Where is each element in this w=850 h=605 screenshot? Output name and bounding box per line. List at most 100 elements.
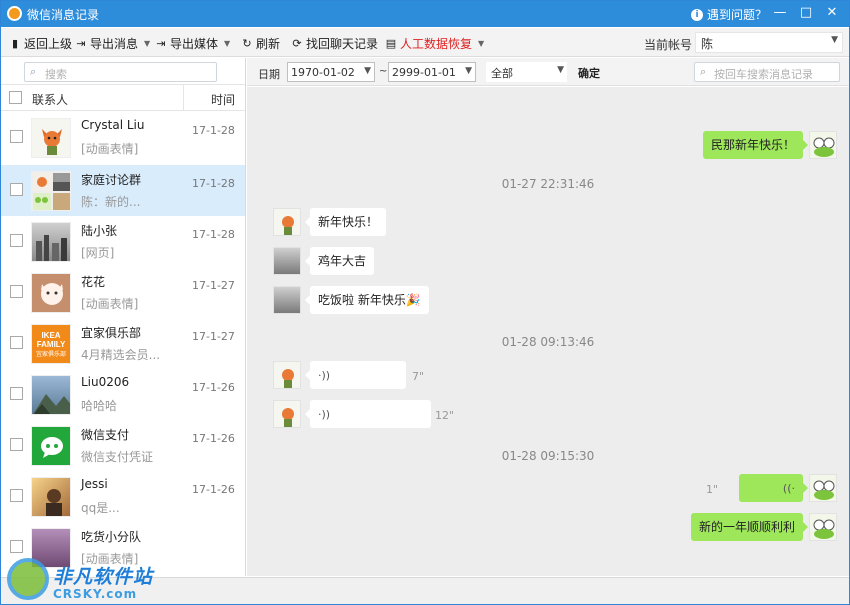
group-avatar bbox=[31, 171, 71, 211]
chevron-down-icon: ▼ bbox=[478, 39, 485, 48]
contact-time: 17-1-27 bbox=[192, 330, 235, 343]
contact-name: 微信支付 bbox=[81, 428, 130, 442]
voice-duration: 12" bbox=[435, 409, 455, 422]
contact-name: Liu0206 bbox=[81, 375, 130, 389]
row-checkbox[interactable] bbox=[10, 130, 23, 143]
ikea-logo: IKEA FAMILY 宜家俱乐部 bbox=[31, 324, 71, 364]
contact-time: 17-1-26 bbox=[192, 381, 235, 394]
row-checkbox[interactable] bbox=[10, 438, 23, 451]
info-icon: i bbox=[691, 8, 703, 21]
contact-row[interactable]: Crystal Liu [动画表情] 17-1-28 bbox=[1, 112, 245, 163]
self-avatar bbox=[809, 131, 837, 159]
refresh-icon: ↻ bbox=[242, 36, 252, 50]
close-button[interactable]: ✕ bbox=[823, 4, 841, 22]
contact-search-placeholder: 搜索 bbox=[45, 68, 67, 81]
message-text: 新的一年顺顺利利 bbox=[698, 520, 795, 534]
contact-row[interactable]: Jessi qq是... 17-1-26 bbox=[1, 471, 245, 522]
account-value: 陈 bbox=[701, 37, 714, 51]
select-all-checkbox[interactable] bbox=[9, 91, 22, 104]
contact-time: 17-1-28 bbox=[192, 228, 235, 241]
voice-message[interactable]: ·)) bbox=[305, 361, 406, 389]
ikea-logo-subtext: 宜家俱乐部 bbox=[35, 351, 66, 358]
contact-name: 陆小张 bbox=[81, 224, 118, 238]
back-label: 返回上级 bbox=[24, 37, 73, 51]
message-search-input[interactable]: ⌕ 按回车搜索消息记录 bbox=[694, 62, 840, 82]
export-messages-button[interactable]: ⇥ 导出消息 ▼ bbox=[75, 35, 150, 52]
manual-recovery-label: 人工数据恢复 bbox=[400, 37, 473, 51]
date-from-picker[interactable]: 1970-01-02 ▼ bbox=[287, 62, 375, 82]
confirm-button[interactable]: 确定 bbox=[578, 65, 600, 81]
contact-preview: 哈哈哈 bbox=[81, 399, 118, 413]
row-checkbox[interactable] bbox=[10, 234, 23, 247]
contact-name: 宜家俱乐部 bbox=[81, 326, 142, 340]
contact-row[interactable]: 陆小张 [网页] 17-1-28 bbox=[1, 216, 245, 267]
incoming-message: 吃饭啦 新年快乐🎉 bbox=[305, 286, 429, 314]
help-link[interactable]: i 遇到问题？ bbox=[691, 6, 767, 23]
account-select[interactable]: 陈 ▼ bbox=[695, 32, 843, 53]
search-icon: ⌕ bbox=[700, 65, 707, 78]
export-messages-label: 导出消息 bbox=[90, 37, 139, 51]
row-checkbox[interactable] bbox=[10, 540, 23, 553]
chevron-down-icon: ▼ bbox=[144, 39, 151, 48]
app-window: 微信消息记录 i 遇到问题？ — □ ✕ ▮ 返回上级 ⇥ 导出消息 ▼ ⇥ 导… bbox=[0, 0, 850, 605]
chevron-down-icon: ▼ bbox=[224, 39, 231, 48]
back-icon: ▮ bbox=[11, 36, 19, 50]
voice-message[interactable]: ·)) bbox=[305, 400, 431, 428]
contact-row[interactable]: IKEA FAMILY 宜家俱乐部 宜家俱乐部 4月精选会员... 17-1-2… bbox=[1, 318, 245, 369]
row-checkbox[interactable] bbox=[10, 285, 23, 298]
voice-duration: 7" bbox=[412, 370, 425, 383]
recover-history-label: 找回聊天记录 bbox=[306, 37, 379, 51]
contact-preview: 微信支付凭证 bbox=[81, 450, 154, 464]
row-checkbox[interactable] bbox=[10, 387, 23, 400]
date-label: 日期 bbox=[258, 68, 280, 81]
contact-avatar bbox=[273, 361, 301, 389]
back-button[interactable]: ▮ 返回上级 bbox=[9, 35, 72, 52]
voice-wave-icon: ((· bbox=[782, 482, 795, 495]
contact-row[interactable]: 花花 [动画表情] 17-1-27 bbox=[1, 267, 245, 318]
self-avatar bbox=[809, 474, 837, 502]
contact-time: 17-1-26 bbox=[192, 432, 235, 445]
message-text: 鸡年大吉 bbox=[318, 254, 367, 268]
avatar bbox=[31, 375, 71, 415]
message-text: 新年快乐！ bbox=[318, 215, 379, 229]
manual-recovery-button[interactable]: ▤ 人工数据恢复 ▼ bbox=[385, 35, 484, 52]
contact-search-input[interactable]: ⌕ 搜索 bbox=[24, 62, 217, 82]
column-time: 时间 bbox=[211, 93, 236, 107]
minimize-button[interactable]: — bbox=[771, 4, 789, 22]
message-type-select[interactable]: 全部 ▼ bbox=[486, 62, 567, 82]
incoming-message: 新年快乐！ bbox=[304, 208, 387, 236]
self-avatar bbox=[809, 513, 837, 541]
maximize-button[interactable]: □ bbox=[797, 4, 815, 22]
contact-avatar bbox=[273, 208, 301, 236]
contact-name: 家庭讨论群 bbox=[81, 173, 142, 187]
contact-name: 花花 bbox=[81, 275, 106, 289]
contact-row[interactable]: 家庭讨论群 陈：新的... 17-1-28 bbox=[1, 165, 245, 216]
chevron-down-icon: ▼ bbox=[557, 65, 564, 75]
contacts-panel: ⌕ 搜索 联系人 时间 Crystal Liu [动画表情] 17-1-28 家… bbox=[1, 58, 246, 576]
export-media-label: 导出媒体 bbox=[170, 37, 219, 51]
search-icon: ⌕ bbox=[30, 65, 37, 78]
chat-history: 民那新年快乐！ 01-27 22:31:46 新年快乐！ 鸡年大吉 吃饭啦 新年… bbox=[247, 87, 849, 576]
voice-wave-icon: ·)) bbox=[318, 408, 331, 421]
row-checkbox[interactable] bbox=[10, 489, 23, 502]
row-checkbox[interactable] bbox=[10, 183, 23, 196]
row-checkbox[interactable] bbox=[10, 336, 23, 349]
contact-avatar bbox=[273, 400, 301, 428]
contact-avatar bbox=[273, 247, 301, 275]
document-icon: ▤ bbox=[385, 36, 397, 50]
contact-row[interactable]: Liu0206 哈哈哈 17-1-26 bbox=[1, 369, 245, 420]
voice-message[interactable]: ((· bbox=[739, 474, 808, 502]
contact-name: Jessi bbox=[81, 477, 108, 491]
date-to-picker[interactable]: 2999-01-01 ▼ bbox=[388, 62, 476, 82]
account-label: 当前帐号 bbox=[644, 38, 693, 52]
export-media-button[interactable]: ⇥ 导出媒体 ▼ bbox=[155, 35, 230, 52]
recover-history-button[interactable]: ⟳ 找回聊天记录 bbox=[291, 35, 378, 52]
refresh-button[interactable]: ↻ 刷新 bbox=[241, 35, 280, 52]
column-divider[interactable] bbox=[183, 85, 184, 111]
date-from-value: 1970-01-02 bbox=[291, 66, 355, 79]
contact-row[interactable]: 微信支付 微信支付凭证 17-1-26 bbox=[1, 420, 245, 471]
contact-preview: [动画表情] bbox=[81, 297, 139, 311]
avatar bbox=[31, 273, 71, 313]
timestamp: 01-27 22:31:46 bbox=[501, 177, 595, 191]
outgoing-message: 民那新年快乐！ bbox=[702, 131, 809, 159]
